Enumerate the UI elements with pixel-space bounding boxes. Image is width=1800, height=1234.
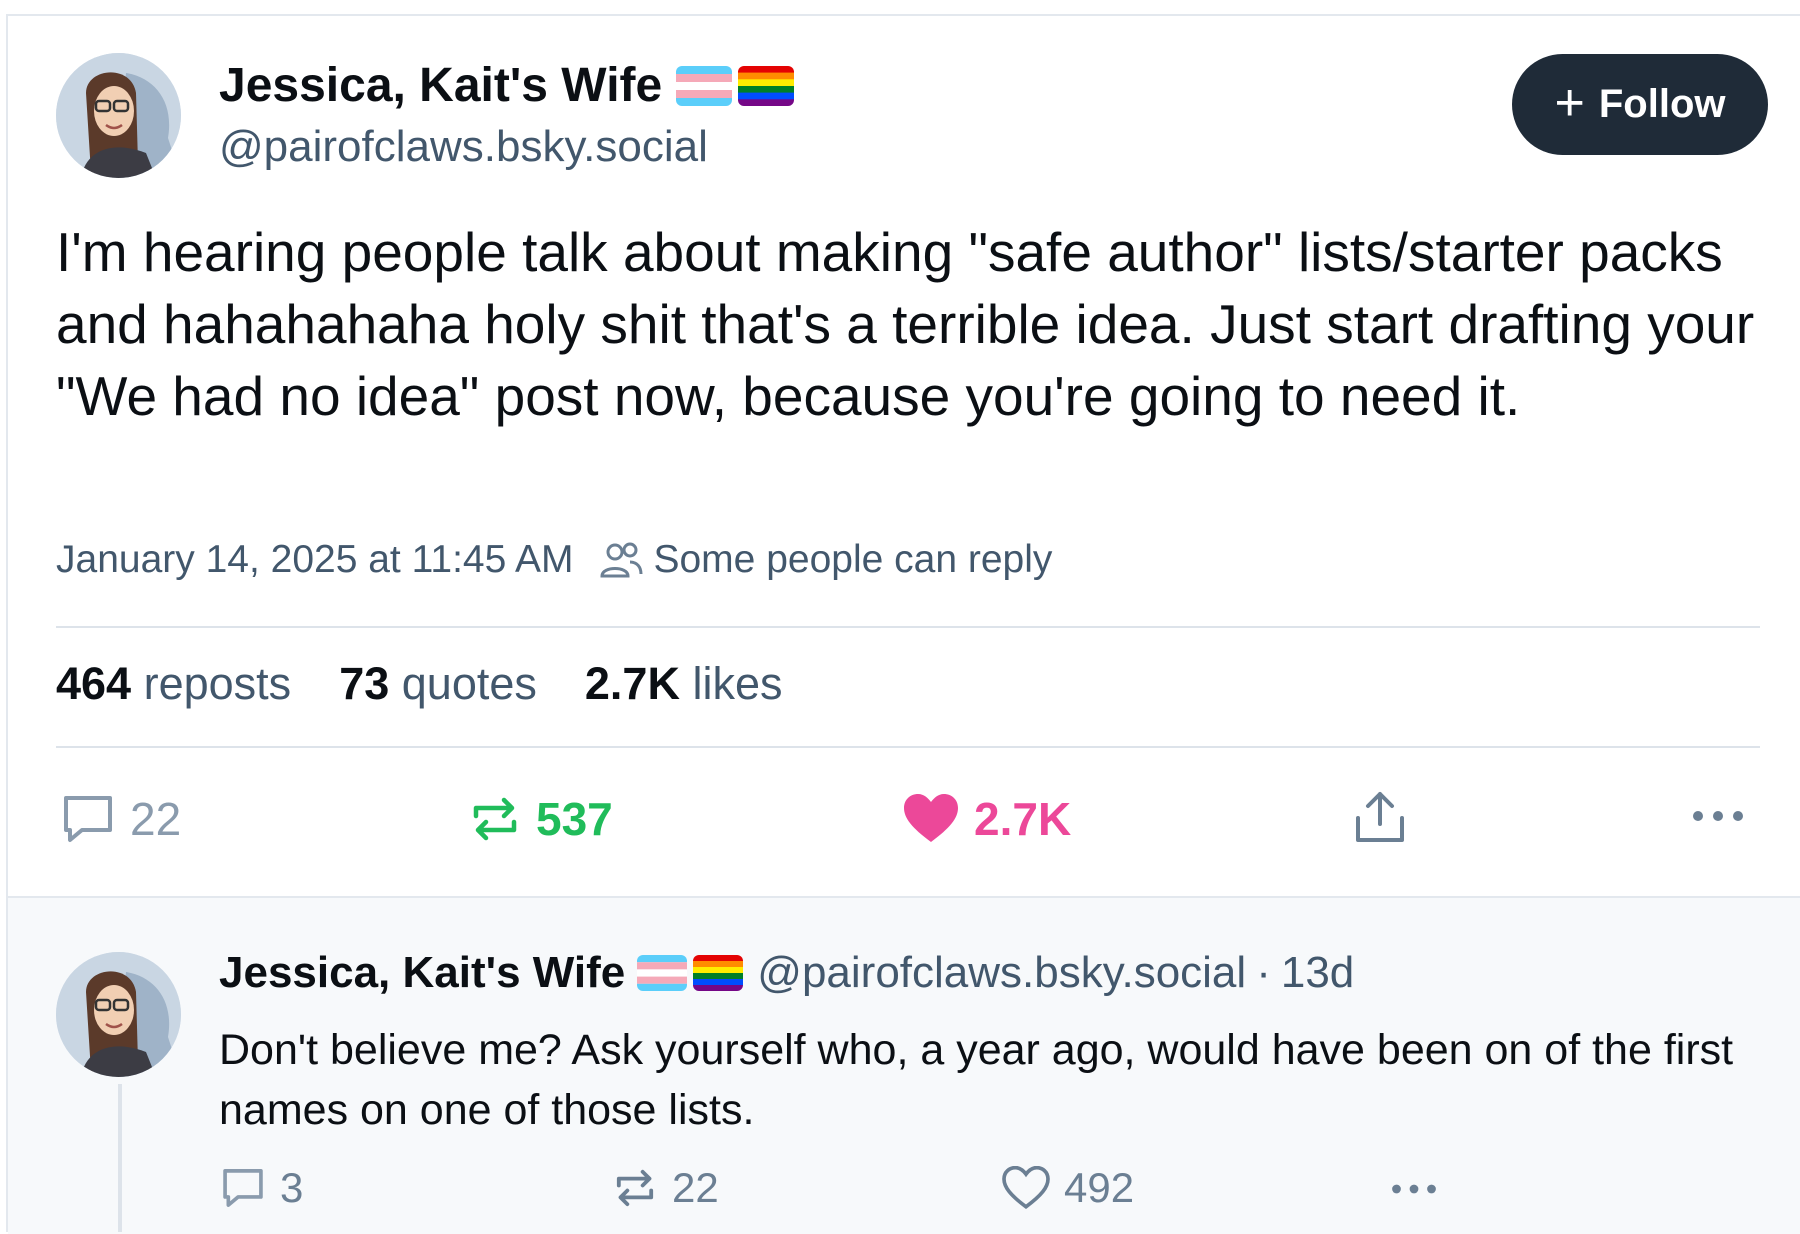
speech-bubble-icon	[64, 796, 112, 842]
likes-count: 2.7K	[584, 658, 680, 709]
repost-button[interactable]: 537	[468, 792, 613, 846]
share-icon	[1356, 792, 1404, 842]
heart-icon	[904, 794, 958, 842]
more-options-button[interactable]	[1690, 808, 1760, 824]
likes-label: likes	[692, 658, 783, 709]
divider-top	[56, 626, 1760, 628]
quotes-count: 73	[339, 658, 390, 709]
post-actions: 22 537 2.7K	[0, 788, 1800, 850]
heart-icon	[1002, 1166, 1050, 1210]
engagement-stats: 464 reposts 73 quotes 2.7K likes	[56, 658, 831, 710]
rainbow-flag-icon	[738, 65, 795, 106]
share-button[interactable]	[1352, 788, 1422, 846]
ellipsis-icon	[1392, 1184, 1436, 1194]
reply-header: Jessica, Kait's Wife @pairofclaws.bsky.s…	[219, 948, 1354, 998]
reply-button[interactable]: 22	[60, 792, 181, 846]
reply-repost-button[interactable]: 22	[612, 1164, 719, 1212]
post-text: I'm hearing people talk about making "sa…	[56, 221, 1755, 427]
quotes-label: quotes	[401, 658, 537, 709]
quotes-stat[interactable]: 73 quotes	[339, 658, 537, 710]
ellipsis-icon	[1693, 811, 1743, 821]
reply-like-button[interactable]: 492	[1002, 1164, 1134, 1212]
reply-author-avatar[interactable]	[56, 952, 181, 1077]
reply-more-options-button[interactable]	[1388, 1182, 1454, 1196]
speech-bubble-icon	[223, 1169, 263, 1207]
likes-stat[interactable]: 2.7K likes	[585, 658, 783, 710]
reposts-stat[interactable]: 464 reposts	[56, 658, 291, 710]
plus-icon: +	[1554, 73, 1585, 132]
repost-icon	[616, 1169, 654, 1207]
follow-button[interactable]: + Follow	[1512, 54, 1768, 155]
reply-like-count: 492	[1064, 1164, 1135, 1211]
reply-separator: ·	[1256, 948, 1271, 997]
reply-reply-button[interactable]: 3	[220, 1164, 303, 1212]
reply-repost-count: 22	[672, 1164, 719, 1211]
author-name-text: Jessica, Kait's Wife	[219, 59, 663, 112]
reply-author-handle[interactable]: @pairofclaws.bsky.social	[757, 948, 1246, 998]
people-icon	[599, 540, 643, 580]
repost-icon	[473, 797, 517, 841]
reply-actions: 3 22 492	[0, 1162, 1800, 1218]
reposts-label: reposts	[143, 658, 292, 709]
transgender-flag-icon	[676, 65, 733, 106]
author-name[interactable]: Jessica, Kait's Wife	[219, 58, 795, 113]
reply-time[interactable]: 13d	[1281, 948, 1354, 998]
reply-setting[interactable]: Some people can reply	[653, 538, 1052, 582]
follow-button-label: Follow	[1598, 82, 1726, 126]
reply-author-name[interactable]: Jessica, Kait's Wife	[219, 948, 625, 998]
repost-count: 537	[536, 793, 613, 845]
reply-reply-count: 3	[280, 1164, 304, 1211]
transgender-flag-icon	[637, 955, 688, 991]
author-handle[interactable]: @pairofclaws.bsky.social	[219, 122, 708, 172]
post-meta: January 14, 2025 at 11:45 AM Some people…	[56, 538, 1052, 582]
post-timestamp[interactable]: January 14, 2025 at 11:45 AM	[56, 538, 573, 582]
reply-text: Don't believe me? Ask yourself who, a ye…	[219, 1026, 1734, 1134]
author-avatar[interactable]	[56, 53, 181, 178]
reposts-count: 464	[56, 658, 132, 709]
reply-count: 22	[130, 793, 182, 845]
like-count: 2.7K	[974, 793, 1072, 845]
rainbow-flag-icon	[693, 955, 744, 991]
like-button[interactable]: 2.7K	[902, 792, 1071, 846]
divider-bottom	[56, 746, 1760, 748]
